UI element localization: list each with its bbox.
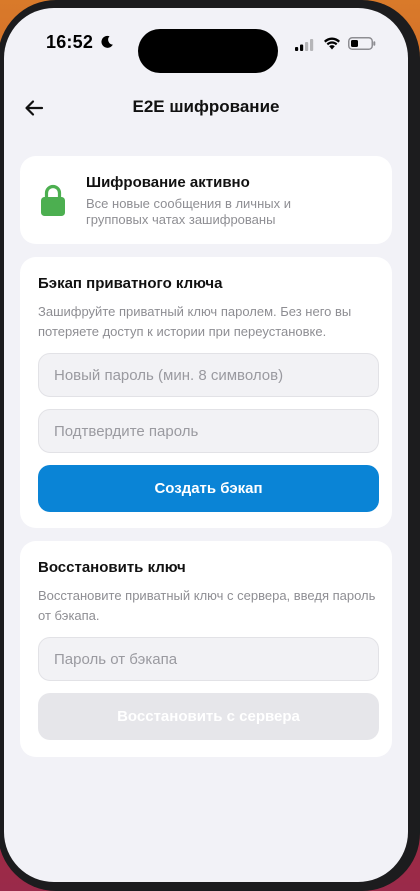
dynamic-island — [138, 29, 278, 73]
restore-key-card: Восстановить ключ Восстановите приватный… — [20, 541, 392, 757]
restore-description: Восстановите приватный ключ с сервера, в… — [38, 588, 376, 623]
lock-icon — [40, 183, 66, 222]
backup-description: Зашифруйте приватный ключ паролем. Без н… — [38, 304, 352, 339]
confirm-password-input[interactable] — [38, 409, 379, 453]
app-screen: 16:52 E2E шифрование Шифрование активно … — [4, 8, 408, 882]
restore-title: Восстановить ключ — [38, 559, 186, 576]
backup-password-input[interactable] — [38, 637, 379, 681]
cellular-signal-icon — [295, 38, 315, 56]
page-title: E2E шифрование — [132, 97, 280, 116]
encryption-status-card: Шифрование активно Все новые сообщения в… — [20, 156, 392, 244]
battery-icon — [348, 37, 376, 55]
backup-title: Бэкап приватного ключа — [38, 275, 223, 292]
moon-icon — [100, 35, 114, 54]
new-password-input[interactable] — [38, 353, 379, 397]
status-description: Все новые сообщения в личных и групповых… — [86, 196, 291, 227]
status-title: Шифрование активно — [86, 174, 250, 191]
restore-from-server-button[interactable]: Восстановить с сервера — [38, 693, 379, 740]
device-frame: 16:52 E2E шифрование Шифрование активно … — [0, 0, 420, 891]
wifi-icon — [323, 36, 341, 55]
header: E2E шифрование — [4, 88, 408, 128]
status-time: 16:52 — [46, 32, 94, 52]
create-backup-button[interactable]: Создать бэкап — [38, 465, 379, 512]
key-backup-card: Бэкап приватного ключа Зашифруйте приват… — [20, 257, 392, 528]
